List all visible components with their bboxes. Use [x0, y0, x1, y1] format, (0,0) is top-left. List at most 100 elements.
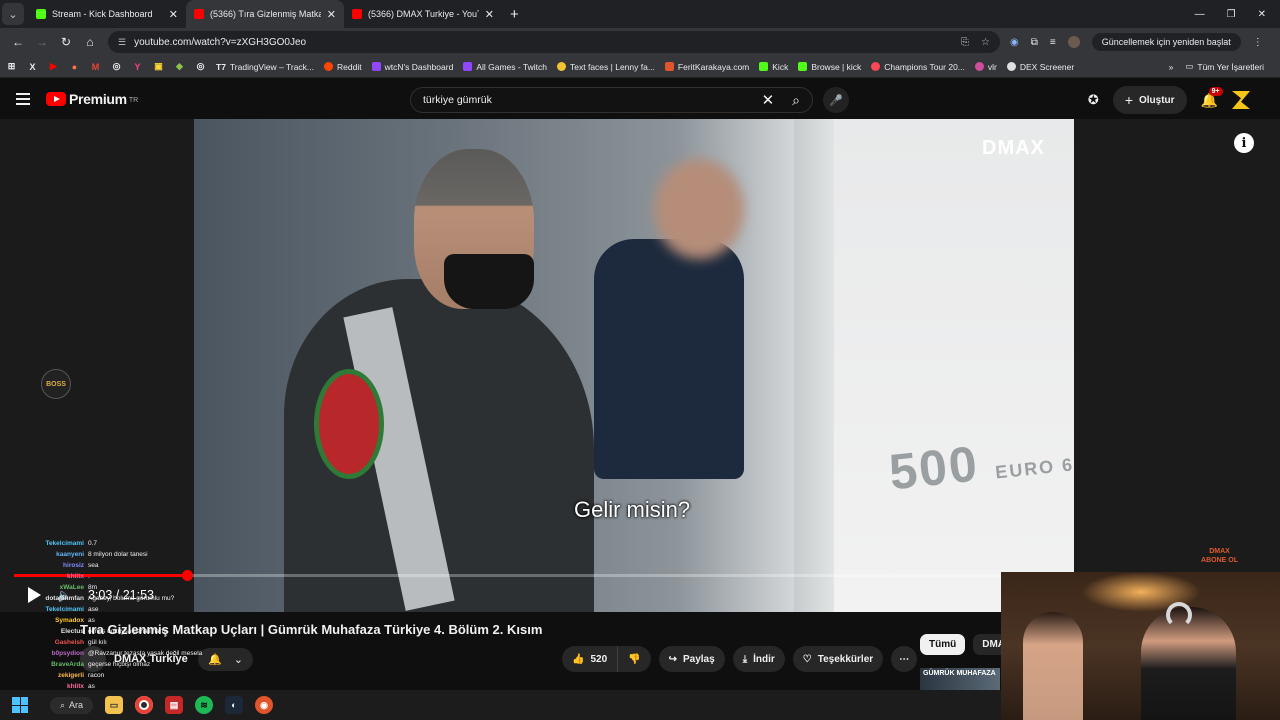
taskbar-search[interactable]: ⌕ Ara	[50, 696, 94, 714]
app-icon[interactable]: ◉	[255, 696, 274, 714]
bookmark-icon[interactable]: ◆	[174, 61, 185, 72]
youtube-favicon-icon	[194, 9, 204, 19]
close-tab-icon[interactable]: ✕	[485, 8, 494, 21]
related-video-thumbnail[interactable]: GÜMRÜK MUHAFAZA	[920, 668, 1000, 690]
chip-all[interactable]: Tümü	[920, 634, 966, 655]
kick-icon	[759, 62, 769, 71]
bookmark-twitch-games[interactable]: All Games - Twitch	[463, 62, 547, 72]
twitch-icon	[463, 62, 473, 71]
youtube-bookmark-icon[interactable]: ▶	[48, 61, 59, 72]
browser-tab-youtube-channel[interactable]: (5366) DMAX Turkiye - YouTub ✕	[344, 0, 502, 28]
bookmark-reddit[interactable]: Reddit	[324, 62, 362, 72]
bookmark-tradingview[interactable]: T7 TradingView – Track...	[216, 62, 314, 72]
thanks-button[interactable]: ♡ Teşekkürler	[792, 646, 884, 672]
bookmark-icon[interactable]: ▣	[153, 61, 164, 72]
bookmark-icon[interactable]: ◎	[111, 61, 122, 72]
vest-emblem-icon	[314, 369, 384, 479]
file-explorer-icon[interactable]: ▭	[105, 696, 124, 714]
media-app-icon[interactable]: ▤	[165, 696, 184, 714]
chat-text: 8m	[88, 584, 98, 591]
tab-search-menu[interactable]: ⌄	[2, 3, 24, 25]
bookmarks-bar: ⊞ X ▶ ● M ◎ Y ▣ ◆ ◎ T7 TradingView – Trac…	[0, 56, 1280, 78]
bookmark-vlr[interactable]: vlr	[974, 62, 997, 72]
like-button[interactable]: 👍 520	[562, 646, 619, 672]
account-avatar[interactable]	[1232, 91, 1250, 109]
dislike-button[interactable]: 👎	[618, 646, 651, 672]
forward-icon[interactable]: →	[30, 35, 54, 49]
create-button[interactable]: + Oluştur	[1112, 86, 1187, 114]
webcam-person-right	[1141, 607, 1236, 720]
clear-search-icon[interactable]: ✕	[762, 91, 775, 109]
hamburger-menu-icon[interactable]	[16, 90, 30, 108]
kick-icon	[798, 62, 808, 71]
close-window-icon[interactable]: ✕	[1258, 9, 1266, 20]
spotify-icon[interactable]: ≋	[195, 696, 214, 714]
notifications-bell-icon[interactable]: 🔔 9+	[1201, 86, 1223, 109]
stream-chat-overlay: Tekelcimami 0.7 kaanyeni 8 milyon dolar tan…	[0, 538, 202, 708]
streamer-webcam	[1001, 572, 1280, 720]
chat-username: Electus	[60, 628, 84, 635]
chat-username: b0psydion	[51, 650, 84, 657]
download-button[interactable]: ⤓ İndir	[732, 646, 785, 672]
chat-message: Gasheish gül kılı	[0, 637, 200, 648]
install-app-icon[interactable]: ⎘	[961, 37, 969, 48]
more-bookmarks-icon[interactable]: »	[1169, 62, 1174, 72]
steam-icon[interactable]: ◐	[225, 696, 244, 714]
voice-search-icon[interactable]: 🎤	[823, 87, 849, 113]
omnibox[interactable]: ☰ youtube.com/watch?v=zXGH3GO0Jeo ⎘ ☆	[108, 31, 1000, 53]
chat-username: Gasheish	[54, 639, 84, 646]
back-icon[interactable]: ←	[6, 35, 30, 49]
windows-start-icon[interactable]	[12, 697, 28, 713]
close-tab-icon[interactable]: ✕	[327, 8, 336, 21]
share-button[interactable]: ↪ Paylaş	[658, 646, 725, 672]
gmail-bookmark-icon[interactable]: M	[90, 61, 101, 72]
bookmark-lenny[interactable]: Text faces | Lenny fa...	[557, 62, 655, 72]
subscribe-corner-badge[interactable]: DMAX ABONE OL	[1201, 547, 1238, 565]
bookmark-champions-tour[interactable]: Champions Tour 20...	[871, 62, 965, 72]
profile-avatar[interactable]	[1067, 36, 1080, 48]
browser-tab-youtube-video[interactable]: (5366) Tıra Gizlenmiş Matkap U ✕	[186, 0, 344, 28]
subscription-bell-button[interactable]: 🔔 ⌄	[198, 648, 253, 671]
bookmark-ferit[interactable]: FeritKarakaya.com	[664, 62, 749, 72]
bookmark-icon[interactable]: ◎	[195, 61, 206, 72]
video-frame[interactable]: 500 EURO 6 DMAX Gelir misin?	[194, 119, 1074, 612]
bookmark-icon[interactable]: Y	[132, 61, 143, 72]
url-text[interactable]: youtube.com/watch?v=zXGH3GO0Jeo	[134, 37, 949, 48]
bookmark-icon[interactable]: ●	[69, 61, 80, 72]
kebab-menu-icon[interactable]: ⋮	[1253, 37, 1263, 48]
reload-icon[interactable]: ↻	[54, 35, 78, 49]
premium-badge-icon[interactable]: ✪	[1088, 92, 1099, 108]
x-bookmark-icon[interactable]: X	[27, 61, 38, 72]
search-icon[interactable]: ⌕	[792, 92, 800, 109]
bookmark-dex-screener[interactable]: DEX Screener	[1006, 62, 1074, 72]
dmax-watermark: DMAX	[982, 137, 1045, 159]
youtube-logo[interactable]: Premium TR	[46, 91, 138, 107]
restore-icon[interactable]: ❐	[1227, 9, 1236, 20]
info-icon[interactable]: i	[1234, 133, 1254, 153]
site-info-icon[interactable]: ☰	[118, 37, 126, 48]
close-tab-icon[interactable]: ✕	[169, 8, 178, 21]
apps-grid-icon[interactable]: ⊞	[6, 61, 17, 72]
bookmark-kick[interactable]: Kick	[759, 62, 788, 72]
extensions-puzzle-icon[interactable]: ⧉	[1031, 37, 1038, 48]
search-box[interactable]: türkiye gümrük ✕ ⌕	[410, 87, 813, 113]
search-input[interactable]: türkiye gümrük	[423, 94, 762, 106]
minimize-icon[interactable]: —	[1195, 9, 1205, 20]
chat-username: khlitx	[67, 573, 84, 580]
bookmark-star-icon[interactable]: ☆	[981, 37, 990, 48]
browser-tab-kick[interactable]: Stream - Kick Dashboard ✕	[28, 0, 186, 28]
tab-title: Stream - Kick Dashboard	[52, 9, 153, 19]
bookmark-twitch-dashboard[interactable]: wtcN's Dashboard	[371, 62, 453, 72]
plus-icon: +	[1124, 92, 1133, 108]
all-bookmarks-folder[interactable]: ▭ Tüm Yer İşaretleri	[1185, 61, 1264, 72]
chat-username: kaanyeni	[56, 551, 84, 558]
bookmark-kick-browse[interactable]: Browse | kick	[798, 62, 861, 72]
notification-count-badge: 9+	[1208, 86, 1223, 96]
extension-wave-icon[interactable]: ◉	[1010, 37, 1019, 48]
more-actions-icon[interactable]: ⋯	[891, 646, 918, 672]
update-restart-button[interactable]: Güncellemek için yeniden başlat	[1091, 33, 1241, 51]
chrome-icon[interactable]	[135, 696, 154, 714]
home-icon[interactable]: ⌂	[78, 35, 102, 49]
new-tab-button[interactable]: +	[502, 6, 527, 23]
media-control-icon[interactable]: ≡	[1050, 37, 1056, 48]
